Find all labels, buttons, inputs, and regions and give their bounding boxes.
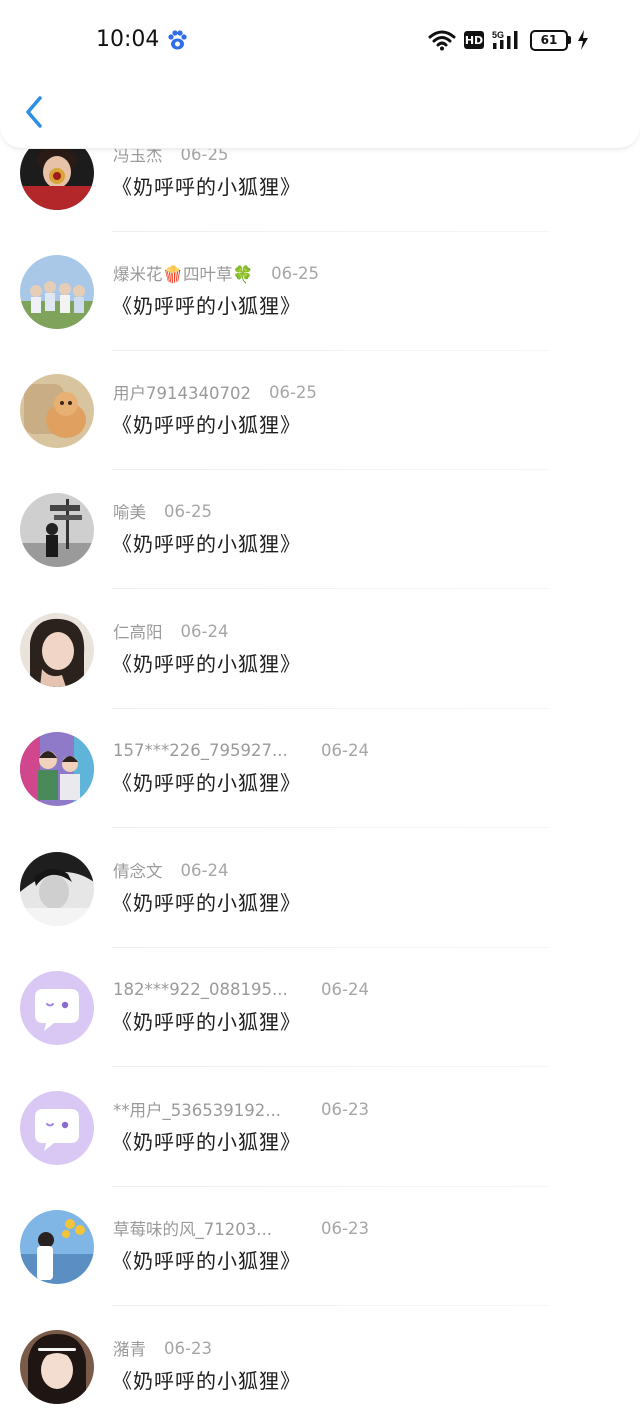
avatar[interactable]	[20, 255, 94, 329]
list-item[interactable]: 182***922_088195... 06-24 《奶呼呼的小狐狸》	[0, 948, 640, 1067]
comment-text: 《奶呼呼的小狐狸》	[112, 413, 301, 437]
comment-text: 《奶呼呼的小狐狸》	[112, 175, 301, 199]
comment-text: 《奶呼呼的小狐狸》	[112, 652, 301, 676]
commenter-name[interactable]: 潴青	[113, 1336, 146, 1360]
divider	[112, 827, 550, 828]
commenter-name[interactable]: 倩念文	[113, 858, 163, 882]
avatar[interactable]	[20, 1091, 94, 1165]
list-item[interactable]: 草莓味的风_71203... 06-23 《奶呼呼的小狐狸》	[0, 1187, 640, 1306]
list-item[interactable]: 喻美 06-25 《奶呼呼的小狐狸》	[0, 470, 640, 589]
comment-date: 06-24	[180, 621, 229, 641]
avatar[interactable]	[20, 852, 94, 926]
commenter-name[interactable]: 用户7914340702	[113, 380, 251, 404]
comment-text: 《奶呼呼的小狐狸》	[112, 771, 301, 795]
comment-date: 06-23	[321, 1218, 369, 1238]
avatar[interactable]	[20, 374, 94, 448]
avatar[interactable]	[20, 732, 94, 806]
comment-list-screen: 冯玉杰 06-25 《奶呼呼的小狐狸》 爆米花🍿四叶草🍀 06-25 《奶呼呼的…	[0, 0, 640, 1422]
commenter-name[interactable]: 爆米花🍿四叶草🍀	[113, 261, 253, 285]
status-time: 10:04	[96, 27, 160, 52]
comment-text: 《奶呼呼的小狐狸》	[112, 891, 301, 915]
commenter-name[interactable]: 157***226_795927...	[113, 741, 295, 760]
status-icons: HD 5G 61	[420, 26, 590, 54]
comment-date: 06-24	[321, 740, 369, 760]
avatar[interactable]	[20, 493, 94, 567]
comment-date: 06-25	[268, 382, 317, 402]
comment-text: 《奶呼呼的小狐狸》	[112, 1369, 301, 1393]
commenter-name[interactable]: 仁高阳	[113, 619, 163, 643]
divider	[112, 1305, 550, 1306]
comment-text: 《奶呼呼的小狐狸》	[112, 1130, 301, 1154]
back-arrow-icon[interactable]	[20, 92, 48, 132]
hd-icon: HD	[464, 31, 484, 49]
avatar[interactable]	[20, 971, 94, 1045]
commenter-name[interactable]: **用户_536539192...	[113, 1097, 295, 1121]
avatar[interactable]	[20, 1210, 94, 1284]
divider	[112, 1066, 550, 1067]
comment-date: 06-25	[164, 501, 212, 521]
comment-date: 06-24	[180, 860, 229, 880]
list-item[interactable]: 用户7914340702 06-25 《奶呼呼的小狐狸》	[0, 351, 640, 470]
list-item[interactable]: **用户_536539192... 06-23 《奶呼呼的小狐狸》	[0, 1068, 640, 1187]
comment-text: 《奶呼呼的小狐狸》	[112, 294, 301, 318]
list-item[interactable]: 倩念文 06-24 《奶呼呼的小狐狸》	[0, 829, 640, 948]
signal-5g-icon: 5G	[492, 30, 518, 49]
top-header: 10:04 HD 5G 61	[0, 0, 640, 149]
battery-icon: 61	[530, 29, 571, 51]
commenter-name[interactable]: 草莓味的风_71203...	[113, 1216, 295, 1240]
commenter-name[interactable]: 喻美	[113, 499, 146, 523]
divider	[112, 588, 550, 589]
comment-text: 《奶呼呼的小狐狸》	[112, 532, 301, 556]
comment-text: 《奶呼呼的小狐狸》	[112, 1249, 301, 1273]
svg-text:5G: 5G	[492, 30, 504, 40]
avatar[interactable]	[20, 1330, 94, 1404]
list-item[interactable]: 爆米花🍿四叶草🍀 06-25 《奶呼呼的小狐狸》	[0, 232, 640, 351]
list-item[interactable]: 仁高阳 06-24 《奶呼呼的小狐狸》	[0, 590, 640, 709]
avatar[interactable]	[20, 613, 94, 687]
comment-date: 06-23	[321, 1099, 369, 1119]
charging-icon	[578, 30, 588, 50]
list-item[interactable]: 潴青 06-23 《奶呼呼的小狐狸》	[0, 1307, 640, 1422]
comment-date: 06-25	[271, 263, 320, 283]
comment-text: 《奶呼呼的小狐狸》	[112, 1010, 301, 1034]
wifi-icon	[428, 30, 456, 51]
commenter-name[interactable]: 182***922_088195...	[113, 980, 295, 999]
comment-date: 06-24	[321, 979, 369, 999]
baidu-paw-icon	[168, 30, 187, 50]
comment-date: 06-23	[164, 1338, 212, 1358]
list-item[interactable]: 157***226_795927... 06-24 《奶呼呼的小狐狸》	[0, 709, 640, 828]
